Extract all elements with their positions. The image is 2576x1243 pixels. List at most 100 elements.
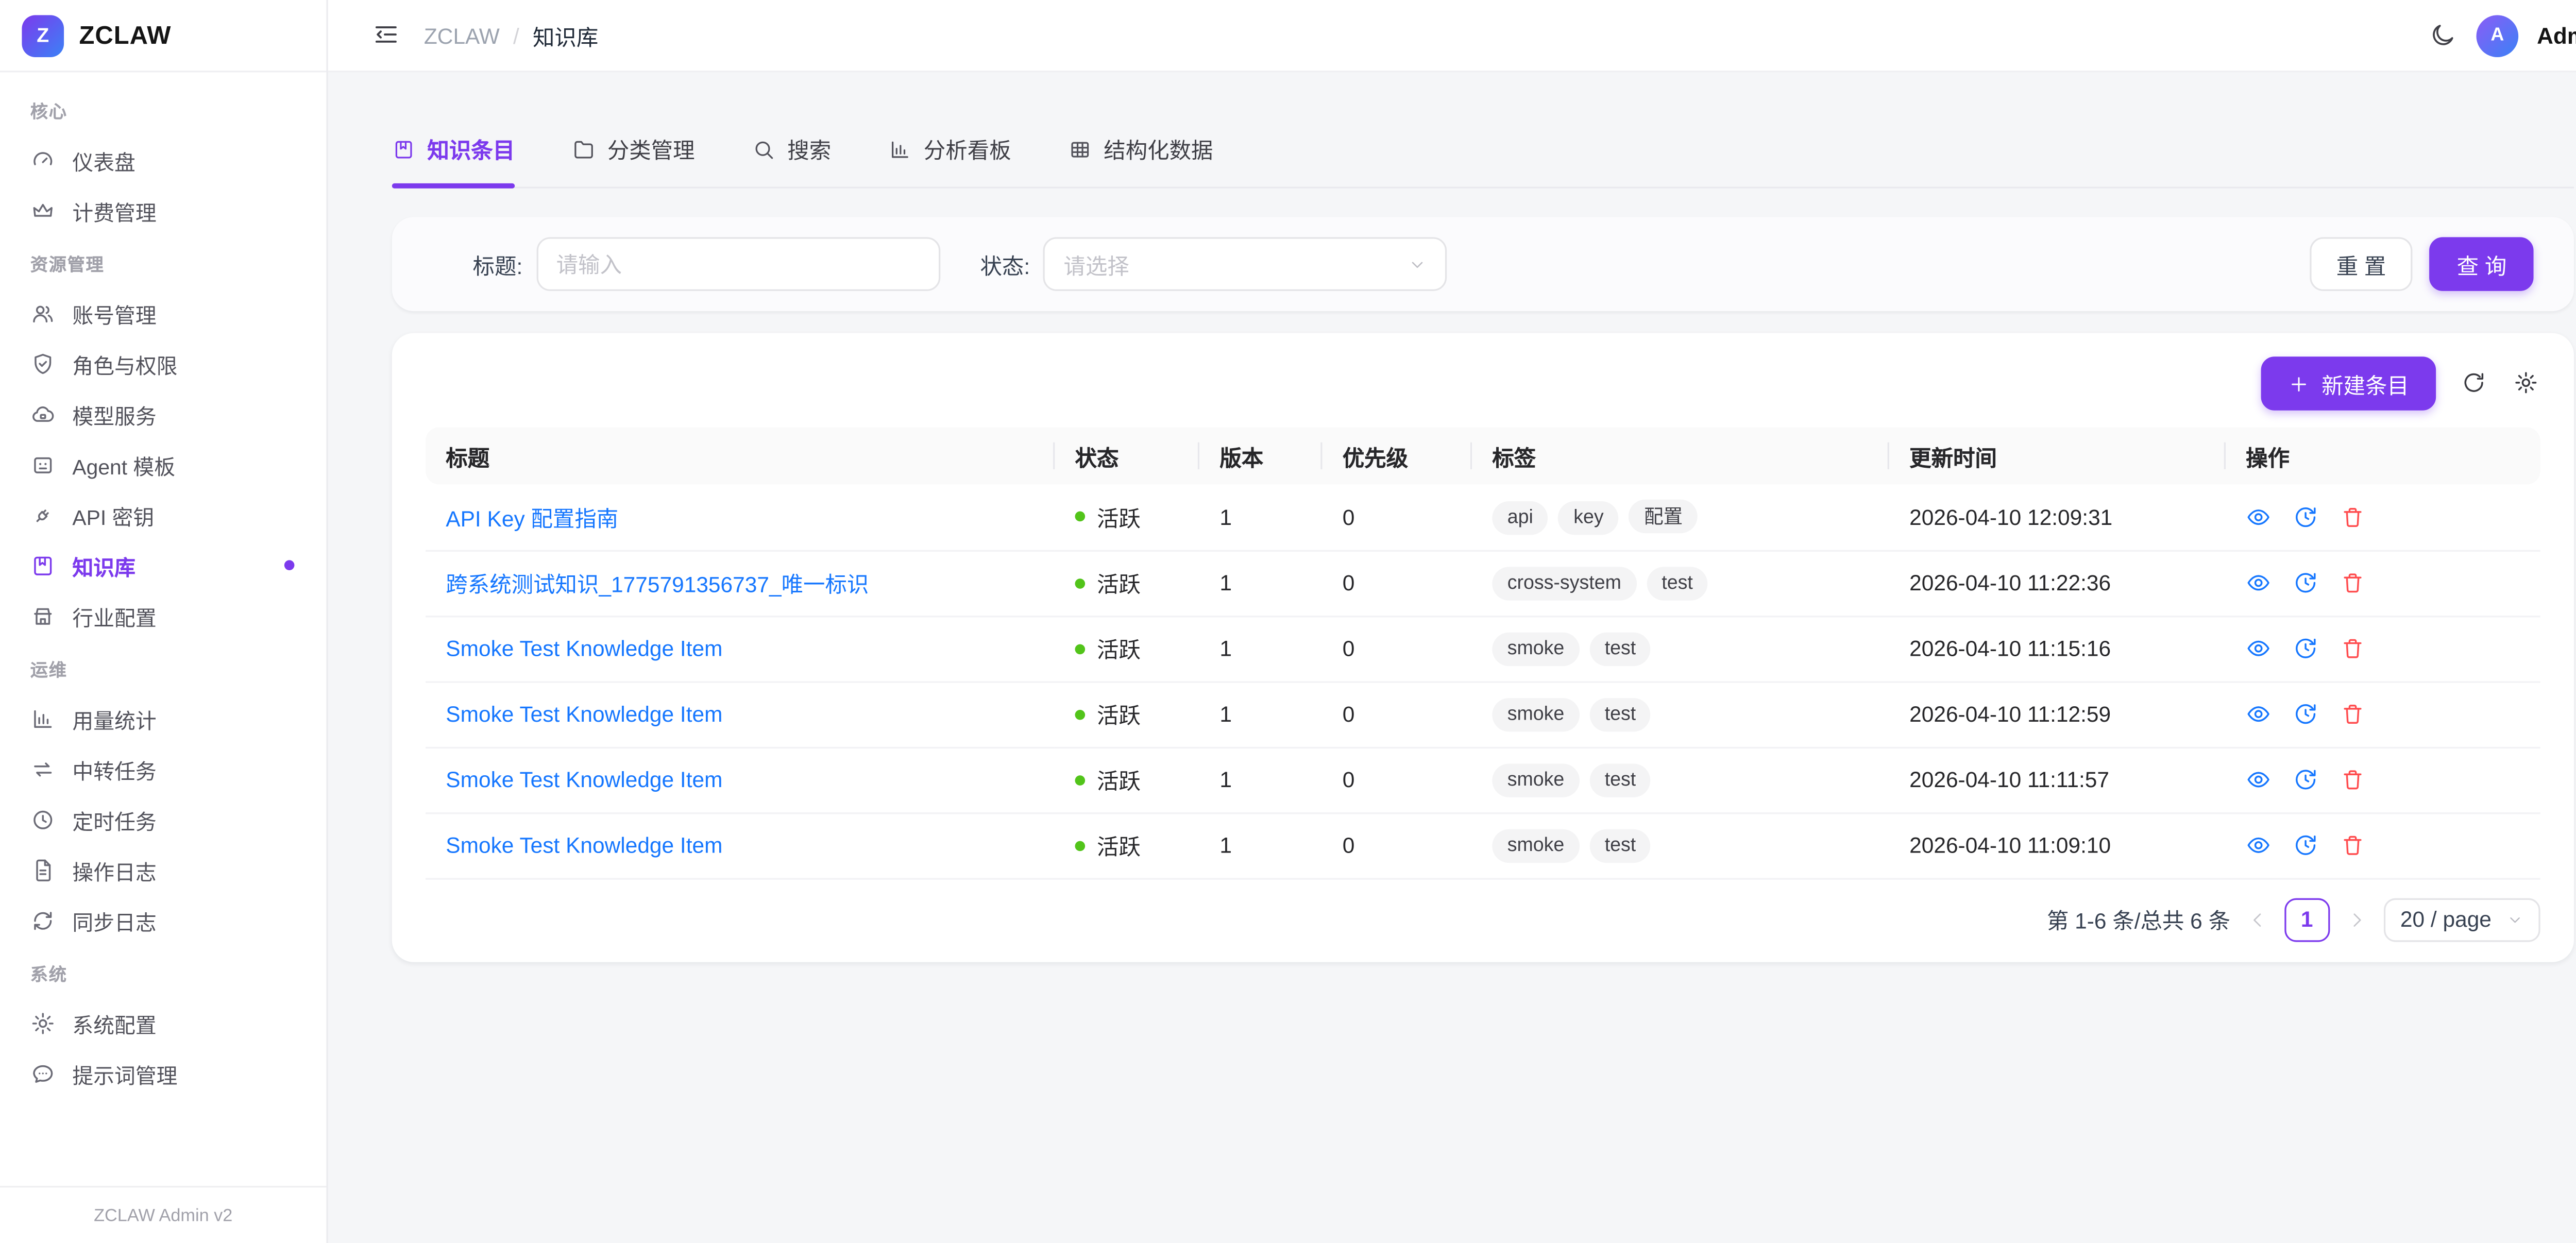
history-button[interactable] [2293,570,2318,595]
sidebar-item-label: 行业配置 [72,600,156,632]
delete-button[interactable] [2340,570,2365,595]
tab-structured-data[interactable]: 结构化数据 [1069,133,1213,186]
cell-title: Smoke Test Knowledge Item [426,747,1055,812]
sidebar-item-prompt-management[interactable]: 提示词管理 [17,1048,310,1098]
page-number-1[interactable]: 1 [2284,897,2330,941]
active-indicator-dot [284,560,295,570]
cell-title: 跨系统测试知识_1775791356737_唯一标识 [426,550,1055,616]
sidebar-item-accounts[interactable]: 账号管理 [17,287,310,338]
history-button[interactable] [2293,636,2318,661]
sidebar-item-dashboard[interactable]: 仪表盘 [17,134,310,185]
prev-page-button[interactable] [2247,909,2267,929]
row-title-link[interactable]: Smoke Test Knowledge Item [446,832,722,858]
next-page-button[interactable] [2346,909,2366,929]
user-name[interactable]: Admin [2537,23,2576,48]
cell-version: 1 [1199,812,1322,878]
sidebar-logo-row: Z ZCLAW [0,0,326,72]
eye-icon [2246,636,2271,661]
sidebar-item-industry-config[interactable]: 行业配置 [17,590,310,641]
grid-table-icon [1069,137,1092,161]
plug-icon [30,502,56,527]
tab-label: 分类管理 [607,133,695,165]
row-title-link[interactable]: Smoke Test Knowledge Item [446,636,722,661]
dark-mode-toggle[interactable] [2429,21,2458,50]
col-actions: 操作 [2226,427,2540,484]
table-header-row: 标题 状态 版本 优先级 标签 更新时间 操作 [426,427,2540,484]
sidebar-item-operation-logs[interactable]: 操作日志 [17,844,310,895]
row-title-link[interactable]: 跨系统测试知识_1775791356737_唯一标识 [446,572,869,597]
status-dot [1075,709,1086,719]
tag-pill: test [1589,632,1651,665]
new-item-button[interactable]: 新建条目 [2261,356,2436,410]
cell-updated: 2026-04-10 11:22:36 [1889,550,2226,616]
history-button[interactable] [2293,832,2318,858]
history-button[interactable] [2293,767,2318,792]
refresh-button[interactable] [2461,370,2488,397]
sidebar-item-relay-tasks[interactable]: 中转任务 [17,743,310,794]
sidebar-item-label: Agent 模板 [72,448,175,480]
sidebar-item-label: 仪表盘 [72,144,135,176]
row-title-link[interactable]: Smoke Test Knowledge Item [446,702,722,727]
sidebar-item-label: 同步日志 [72,904,156,936]
sidebar-item-agent-templates[interactable]: Agent 模板 [17,439,310,489]
status-filter-select[interactable]: 请选择 [1043,237,1447,291]
view-button[interactable] [2246,767,2271,792]
tab-search[interactable]: 搜索 [752,133,832,186]
tab-category-management[interactable]: 分类管理 [572,133,694,186]
sidebar-item-roles[interactable]: 角色与权限 [17,338,310,388]
sidebar-collapse-button[interactable] [372,20,402,50]
filter-buttons: 重 置 查 询 [2309,237,2533,291]
reset-button[interactable]: 重 置 [2309,237,2413,291]
cell-status: 活跃 [1055,550,1199,616]
shield-check-icon [30,351,56,376]
tab-label: 搜索 [787,133,831,165]
search-button[interactable]: 查 询 [2430,237,2533,291]
title-filter-label: 标题: [473,248,523,280]
user-avatar[interactable]: A [2477,14,2519,57]
sidebar-item-billing[interactable]: 计费管理 [17,185,310,235]
view-button[interactable] [2246,504,2271,530]
sidebar-item-knowledge-base[interactable]: 知识库 [17,540,310,590]
cell-updated: 2026-04-10 11:11:57 [1889,747,2226,812]
view-button[interactable] [2246,702,2271,727]
sidebar-item-system-config[interactable]: 系统配置 [17,997,310,1048]
sidebar-item-scheduled-tasks[interactable]: 定时任务 [17,794,310,844]
table-settings-button[interactable] [2513,370,2540,397]
cell-actions [2226,550,2540,616]
history-button[interactable] [2293,702,2318,727]
row-title-link[interactable]: Smoke Test Knowledge Item [446,767,722,792]
main-area: ZCLAW / 知识库 A Admin 知识条目 [328,0,2576,1243]
view-button[interactable] [2246,832,2271,858]
history-button[interactable] [2293,504,2318,530]
sidebar-item-api-keys[interactable]: API 密钥 [17,489,310,540]
status-dot [1075,775,1086,785]
history-clock-icon [2293,636,2318,661]
cell-version: 1 [1199,747,1322,812]
cell-priority: 0 [1323,747,1472,812]
cell-title: Smoke Test Knowledge Item [426,681,1055,746]
trash-icon [2340,636,2365,661]
sidebar-item-sync-logs[interactable]: 同步日志 [17,895,310,945]
eye-icon [2246,702,2271,727]
trash-icon [2340,570,2365,595]
tab-analytics-board[interactable]: 分析看板 [888,133,1011,186]
breadcrumb-root[interactable]: ZCLAW [424,23,500,48]
col-tags: 标签 [1472,427,1889,484]
title-filter-input[interactable] [536,237,940,291]
row-title-link[interactable]: API Key 配置指南 [446,506,618,531]
delete-button[interactable] [2340,636,2365,661]
delete-button[interactable] [2340,832,2365,858]
view-button[interactable] [2246,570,2271,595]
delete-button[interactable] [2340,702,2365,727]
cell-actions [2226,747,2540,812]
delete-button[interactable] [2340,504,2365,530]
cell-updated: 2026-04-10 11:15:16 [1889,616,2226,681]
page-size-select[interactable]: 20 / page [2383,897,2540,941]
sidebar-item-usage-stats[interactable]: 用量统计 [17,693,310,743]
sidebar-item-models[interactable]: 模型服务 [17,388,310,439]
tab-knowledge-items[interactable]: 知识条目 [392,133,515,186]
view-button[interactable] [2246,636,2271,661]
sidebar-section-core: 核心 [17,82,310,134]
folder-icon [572,137,596,161]
delete-button[interactable] [2340,767,2365,792]
